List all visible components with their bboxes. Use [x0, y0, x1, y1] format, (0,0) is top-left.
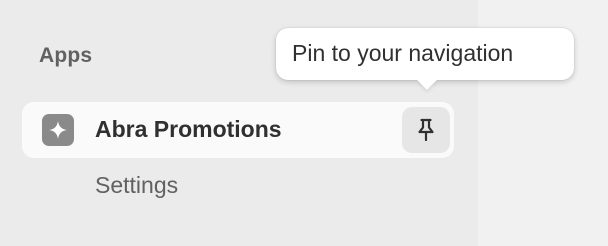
pin-button[interactable] [402, 107, 450, 153]
apps-section-heading: Apps [39, 44, 93, 67]
sidebar-subitem-settings[interactable]: Settings [95, 172, 178, 199]
app-name: Abra Promotions [95, 116, 282, 142]
sparkle-icon [42, 114, 74, 146]
sidebar-item-abra-promotions[interactable]: Abra Promotions [22, 102, 454, 158]
pin-tooltip: Pin to your navigation [276, 28, 574, 90]
tooltip-text: Pin to your navigation [292, 40, 514, 66]
